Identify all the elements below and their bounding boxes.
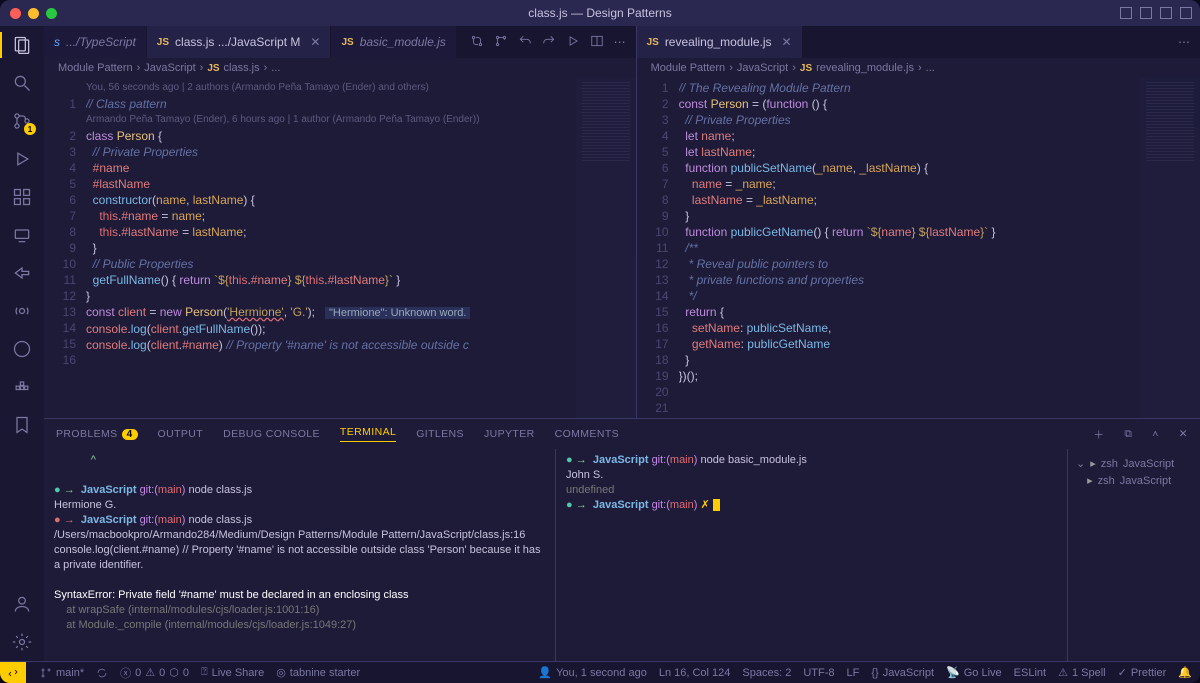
panel-tabs: PROBLEMS4 OUTPUT DEBUG CONSOLE TERMINAL …: [44, 419, 1200, 449]
code-editor-left[interactable]: 1 2345678910111213141516 You, 56 seconds…: [44, 78, 636, 418]
eol-indicator[interactable]: LF: [846, 667, 859, 679]
tabnine-indicator[interactable]: ◎ tabnine starter: [276, 666, 360, 679]
editor-tab[interactable]: JS class.js .../JavaScript M ✕: [147, 26, 332, 58]
breadcrumb-left[interactable]: Module Pattern › JavaScript › JS class.j…: [44, 58, 636, 78]
extensions-icon[interactable]: [11, 186, 33, 208]
traffic-lights: [10, 8, 57, 19]
close-panel-icon[interactable]: ✕: [1179, 428, 1188, 440]
terminal-list: ⌄ ▸ zsh JavaScript ▸ zsh JavaScript: [1068, 449, 1200, 661]
panel-tab-output[interactable]: OUTPUT: [158, 428, 204, 440]
editor-tab[interactable]: JS basic_module.js: [331, 26, 456, 58]
panel-tab-jupyter[interactable]: JUPYTER: [484, 428, 535, 440]
remote-icon[interactable]: [11, 224, 33, 246]
code-editor-right[interactable]: 1234567891011121314151617181920212223 //…: [637, 78, 1200, 418]
bookmarks-icon[interactable]: [11, 414, 33, 436]
errors-indicator[interactable]: ⓧ 0 ⚠ 0 ⬡ 0: [120, 665, 189, 681]
prettier-indicator[interactable]: ✓ Prettier: [1118, 666, 1167, 679]
tab-row-left: s .../TypeScriptJS class.js .../JavaScri…: [44, 26, 636, 58]
terminal-list-item[interactable]: ▸ zsh JavaScript: [1072, 472, 1196, 489]
editor-tab[interactable]: JS revealing_module.js ✕: [637, 26, 803, 58]
search-icon[interactable]: [11, 72, 33, 94]
status-bar: main* ⓧ 0 ⚠ 0 ⬡ 0 ⍰ Live Share ◎ tabnine…: [0, 661, 1200, 683]
new-terminal-icon[interactable]: ＋: [1093, 427, 1104, 442]
run-icon[interactable]: [566, 34, 580, 51]
vscode-window: class.js — Design Patterns 1: [0, 0, 1200, 683]
sync-indicator[interactable]: [96, 667, 108, 679]
close-tab-icon[interactable]: ✕: [782, 35, 792, 49]
liveshare-indicator[interactable]: ⍰ Live Share: [201, 666, 264, 679]
activity-bar: 1: [0, 26, 44, 661]
notifications-icon[interactable]: 🔔: [1178, 666, 1192, 679]
share-icon[interactable]: [11, 262, 33, 284]
redo-icon[interactable]: [542, 34, 556, 51]
cursor-position[interactable]: Ln 16, Col 124: [659, 667, 731, 679]
remote-indicator[interactable]: [0, 662, 26, 683]
explorer-icon[interactable]: [11, 34, 33, 56]
settings-icon[interactable]: [11, 631, 33, 653]
tab-row-right: JS revealing_module.js ✕ ⋯: [637, 26, 1200, 58]
split-terminal-icon[interactable]: ⧉: [1124, 428, 1132, 441]
layout-toggle-3[interactable]: [1160, 7, 1172, 19]
terminal-right[interactable]: ● → JavaScript git:(main) node basic_mod…: [556, 449, 1068, 661]
maximize-panel-icon[interactable]: ˄: [1152, 428, 1159, 440]
panel-tab-debug[interactable]: DEBUG CONSOLE: [223, 428, 320, 440]
split-editor-icon[interactable]: [590, 34, 604, 51]
panel-tab-problems[interactable]: PROBLEMS4: [56, 428, 138, 440]
layout-toggle-4[interactable]: [1180, 7, 1192, 19]
account-icon[interactable]: [11, 593, 33, 615]
indent-indicator[interactable]: Spaces: 2: [742, 667, 791, 679]
layout-icons: [1120, 7, 1192, 19]
minimize-window[interactable]: [28, 8, 39, 19]
debug-icon[interactable]: [11, 148, 33, 170]
maximize-window[interactable]: [46, 8, 57, 19]
branch-indicator[interactable]: main*: [40, 667, 84, 679]
live-icon[interactable]: [11, 300, 33, 322]
editor-area: s .../TypeScriptJS class.js .../JavaScri…: [44, 26, 1200, 661]
git-compare-icon[interactable]: [470, 34, 484, 51]
source-control-icon[interactable]: 1: [11, 110, 33, 132]
scm-badge: 1: [24, 123, 36, 135]
eslint-indicator[interactable]: ESLint: [1014, 667, 1046, 679]
blame-indicator[interactable]: 👤 You, 1 second ago: [538, 666, 646, 679]
golive-indicator[interactable]: 📡 Go Live: [946, 666, 1002, 679]
git-branch-icon[interactable]: [494, 34, 508, 51]
panel-tab-terminal[interactable]: TERMINAL: [340, 426, 396, 442]
bottom-panel: PROBLEMS4 OUTPUT DEBUG CONSOLE TERMINAL …: [44, 418, 1200, 661]
close-tab-icon[interactable]: ✕: [310, 35, 320, 49]
close-window[interactable]: [10, 8, 21, 19]
breadcrumb-right[interactable]: Module Pattern › JavaScript › JS reveali…: [637, 58, 1200, 78]
language-indicator[interactable]: {} JavaScript: [871, 667, 934, 679]
spell-indicator[interactable]: ⚠ 1 Spell: [1058, 666, 1106, 679]
more-icon[interactable]: ⋯: [614, 35, 626, 49]
terminal-left[interactable]: ^ ● → JavaScript git:(main) node class.j…: [44, 449, 556, 661]
more-icon[interactable]: ⋯: [1178, 35, 1190, 49]
terminal-list-item[interactable]: ⌄ ▸ zsh JavaScript: [1072, 455, 1196, 472]
titlebar: class.js — Design Patterns: [0, 0, 1200, 26]
layout-toggle-2[interactable]: [1140, 7, 1152, 19]
undo-icon[interactable]: [518, 34, 532, 51]
encoding-indicator[interactable]: UTF-8: [803, 667, 834, 679]
editor-tab[interactable]: s .../TypeScript: [44, 26, 147, 58]
github-icon[interactable]: [11, 338, 33, 360]
docker-icon[interactable]: [11, 376, 33, 398]
window-title: class.js — Design Patterns: [528, 6, 671, 20]
panel-tab-comments[interactable]: COMMENTS: [555, 428, 619, 440]
layout-toggle-1[interactable]: [1120, 7, 1132, 19]
panel-tab-gitlens[interactable]: GITLENS: [416, 428, 464, 440]
